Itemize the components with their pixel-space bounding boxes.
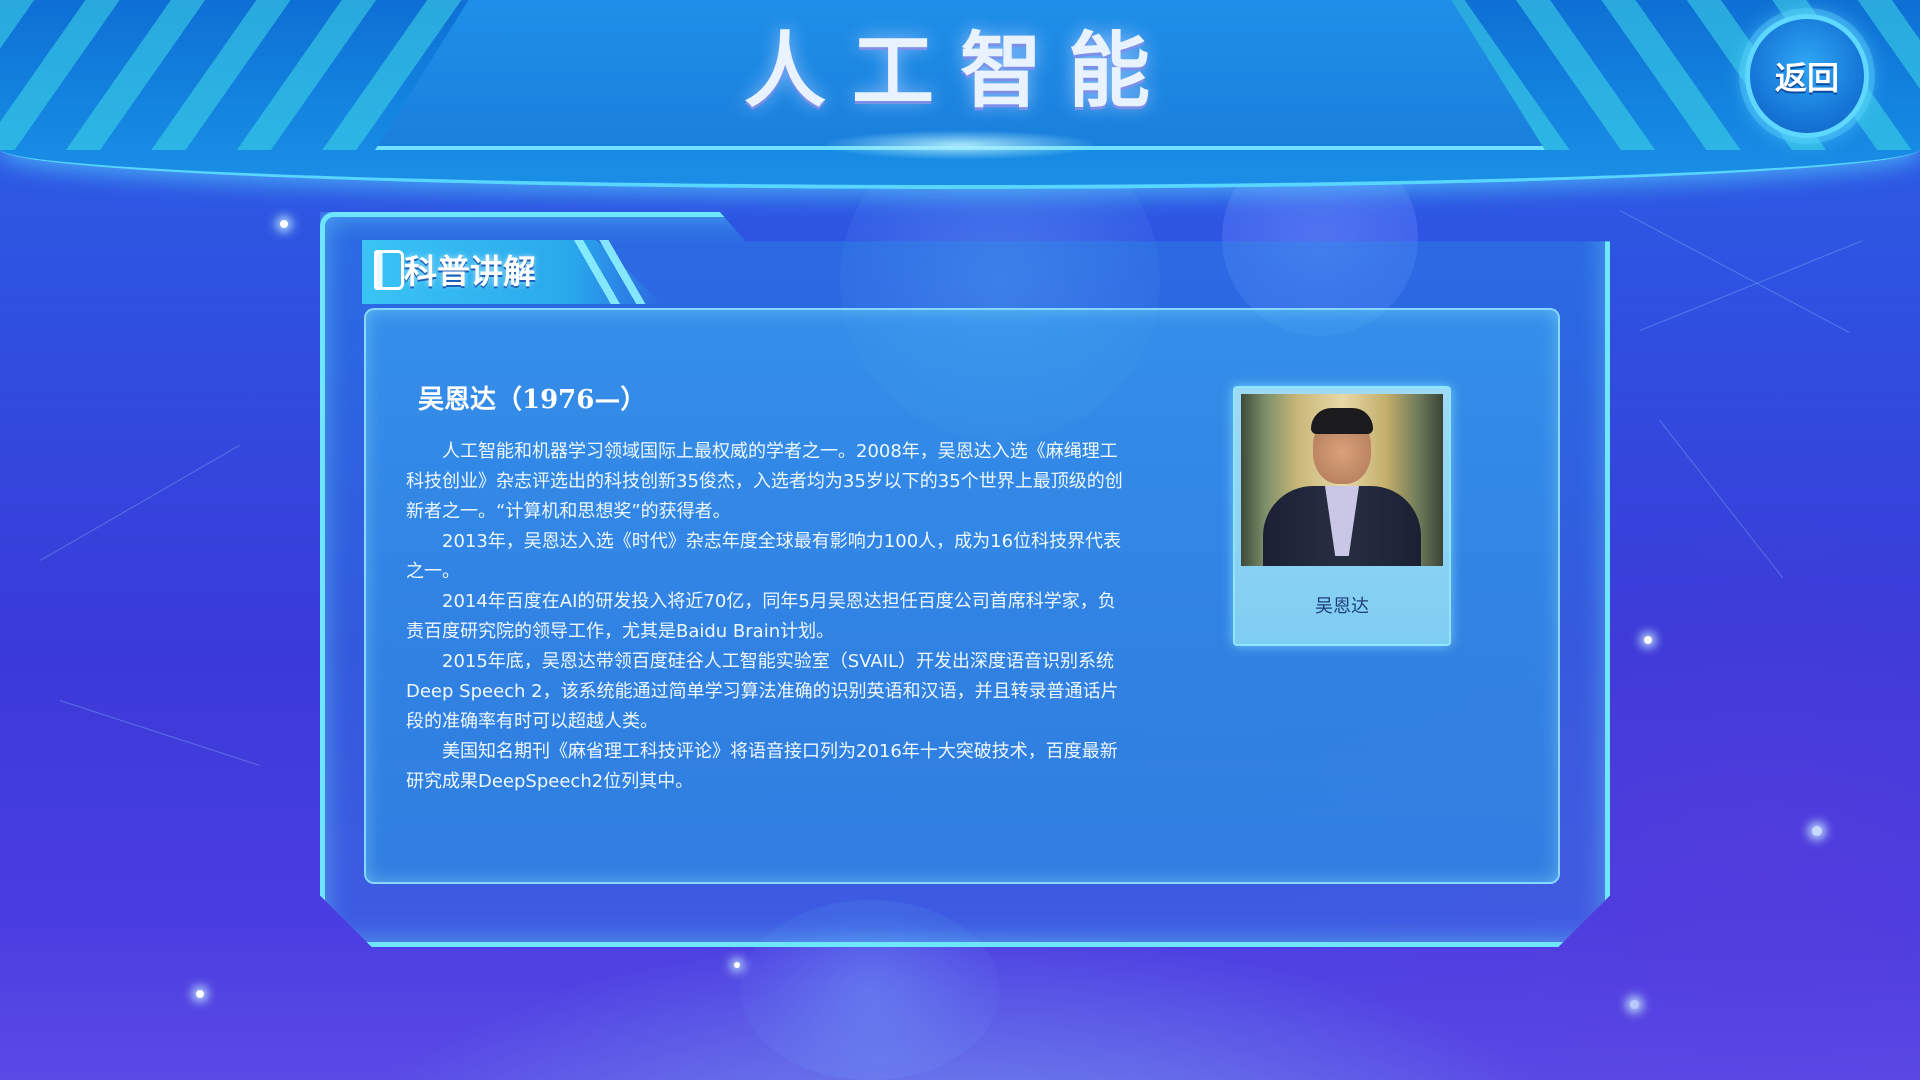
bio-paragraph: 2014年百度在AI的研发投入将近70亿，同年5月吴恩达担任百度公司首席科学家，… [406, 591, 1116, 642]
section-tab-title: 科普讲解 [404, 252, 536, 291]
decor-star [734, 962, 740, 968]
network-line [59, 700, 260, 766]
person-title: 吴恩达（1976—） [418, 385, 647, 415]
network-line [1640, 240, 1863, 331]
bio-paragraph: 2013年，吴恩达入选《时代》杂志年度全球最有影响力100人，成为16位科技界代… [406, 531, 1122, 582]
book-icon [374, 250, 404, 290]
portrait-hair [1311, 408, 1373, 434]
decor-star [1630, 1000, 1639, 1009]
page-title: 人工智能 [743, 24, 1176, 119]
back-button[interactable]: 返回 [1745, 14, 1869, 138]
portrait-photo [1241, 394, 1443, 566]
decor-star [280, 220, 288, 228]
screen: 人工智能 返回 科普讲解 吴恩达（1976—） 人工智能和机器学习领域国际上最权… [0, 0, 1920, 1080]
bio-paragraph: 人工智能和机器学习领域国际上最权威的学者之一。2008年，吴恩达入选《麻绳理工科… [406, 441, 1123, 522]
decor-star [1812, 826, 1822, 836]
title-glow [820, 130, 1100, 160]
bio-paragraph: 2015年底，吴恩达带领百度硅谷人工智能实验室（SVAIL）开发出深度语音识别系… [406, 651, 1119, 732]
portrait-card: 吴恩达 [1233, 386, 1451, 646]
network-line [1659, 420, 1784, 579]
biography-text: 人工智能和机器学习领域国际上最权威的学者之一。2008年，吴恩达入选《麻绳理工科… [406, 437, 1128, 797]
decor-star [196, 990, 204, 998]
portrait-caption: 吴恩达 [1315, 596, 1369, 617]
bio-paragraph: 美国知名期刊《麻省理工科技评论》将语音接口列为2016年十大突破技术，百度最新研… [406, 741, 1118, 792]
decor-star [1644, 636, 1652, 644]
network-line [40, 445, 240, 561]
network-line [1619, 210, 1850, 333]
